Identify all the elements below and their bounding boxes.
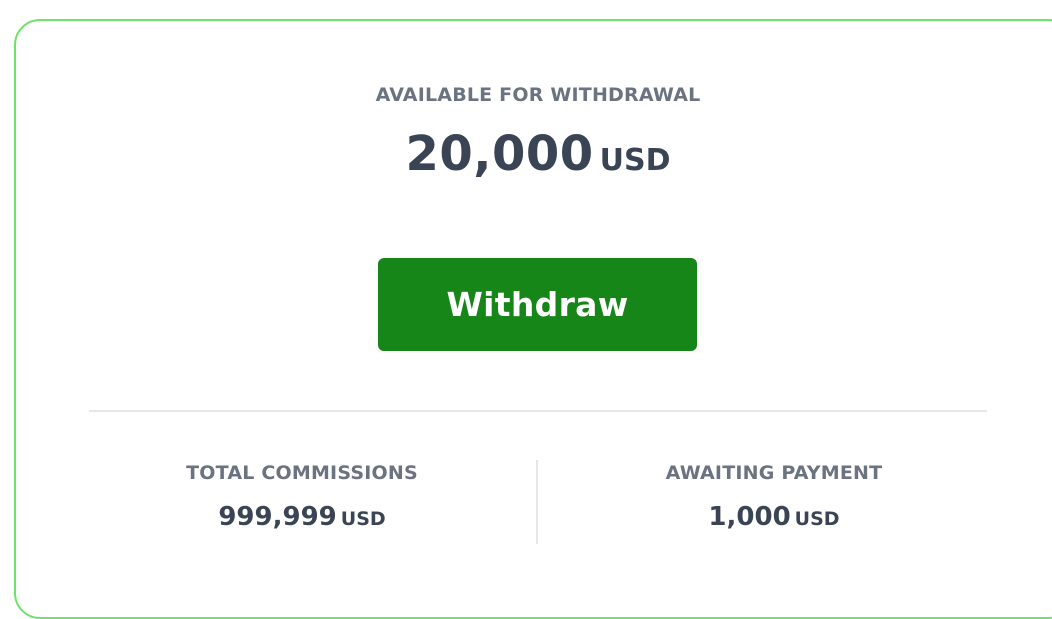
total-commissions-value: 999,999	[218, 502, 337, 532]
total-commissions-amount: 999,999 USD	[121, 502, 483, 532]
total-commissions-label: TOTAL COMMISSIONS	[186, 462, 418, 484]
horizontal-divider	[89, 410, 987, 412]
awaiting-payment-amount: 1,000 USD	[593, 502, 955, 532]
available-amount-value: 20,000	[405, 126, 594, 182]
withdraw-button[interactable]: Withdraw	[378, 258, 697, 351]
awaiting-payment-value: 1,000	[708, 502, 791, 532]
available-amount-currency: USD	[599, 143, 671, 178]
total-commissions-stat: TOTAL COMMISSIONS 999,999 USD	[121, 462, 483, 532]
total-commissions-currency: USD	[340, 508, 386, 530]
awaiting-payment-label: AWAITING PAYMENT	[665, 462, 883, 484]
awaiting-payment-currency: USD	[794, 508, 840, 530]
available-amount: 20,000 USD	[0, 126, 1052, 182]
awaiting-payment-stat: AWAITING PAYMENT 1,000 USD	[593, 462, 955, 532]
vertical-divider	[536, 460, 538, 544]
available-for-withdrawal-label: AVAILABLE FOR WITHDRAWAL	[375, 84, 701, 106]
